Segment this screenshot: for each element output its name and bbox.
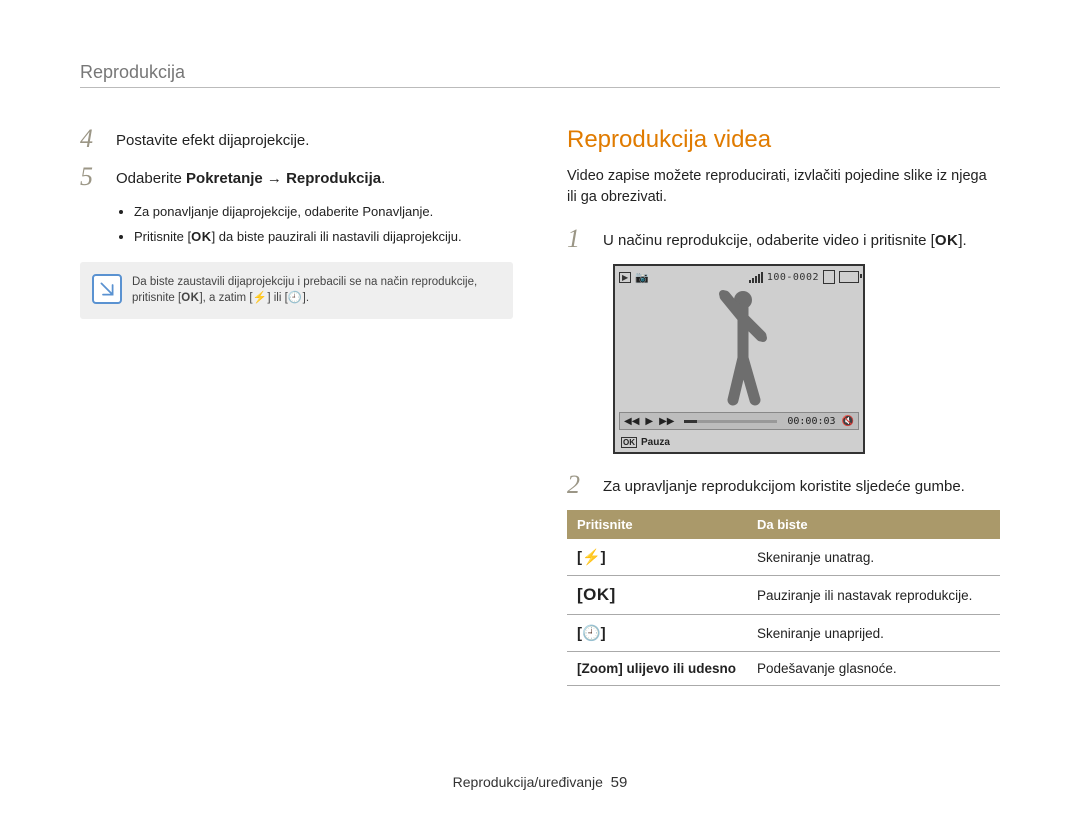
battery-icon	[839, 271, 859, 283]
step-2-text: Za upravljanje reprodukcijom koristite s…	[603, 472, 965, 498]
step-1: 1 U načinu reprodukcije, odaberite video…	[567, 226, 1000, 252]
ffwd-icon: ▶▶	[659, 416, 674, 427]
step5-sublist: Za ponavljanje dijaprojekcije, odaberite…	[116, 202, 513, 248]
step5-prefix: Odaberite	[116, 170, 186, 187]
section-title: Reprodukcija	[80, 62, 185, 82]
step-number-2: 2	[567, 472, 603, 498]
key-flash: [⚡]	[567, 539, 747, 576]
step-4: 4 Postavite efekt dijaprojekcije.	[80, 126, 513, 152]
action-volume: Podešavanje glasnoće.	[747, 652, 1000, 686]
key-zoom: [Zoom] ulijevo ili udesno	[567, 652, 747, 686]
ok-label: OK	[621, 437, 637, 448]
table-header-row: Pritisnite Da biste	[567, 510, 1000, 539]
camera-top-bar: ▶ 📷 100-0002	[619, 270, 859, 284]
table-row: [⚡] Skeniranje unatrag.	[567, 539, 1000, 576]
controls-table: Pritisnite Da biste [⚡] Skeniranje unatr…	[567, 510, 1000, 686]
note-text: Da biste zaustavili dijaprojekciju i pre…	[132, 274, 501, 307]
action-scan-fwd: Skeniranje unaprijed.	[747, 615, 1000, 652]
step-1-text: U načinu reprodukcije, odaberite video i…	[603, 226, 967, 252]
sub1-bold: Ponavljanje	[362, 204, 429, 219]
step-5: 5 Odaberite Pokretanje → Reprodukcija.	[80, 164, 513, 190]
key-ok: [OK]	[567, 576, 747, 615]
sd-card-icon	[823, 270, 835, 284]
footer-path: Reprodukcija/uređivanje	[453, 774, 603, 790]
ok-key-icon: OK	[181, 290, 199, 307]
camera-screen-illustration: ▶ 📷 100-0002	[613, 264, 865, 454]
note-icon	[92, 274, 122, 304]
section-header: Reprodukcija	[80, 62, 1000, 88]
left-column: 4 Postavite efekt dijaprojekcije. 5 Odab…	[80, 126, 513, 686]
step-2: 2 Za upravljanje reprodukcijom koristite…	[567, 472, 1000, 498]
step1-pre: U načinu reprodukcije, odaberite video i…	[603, 232, 935, 249]
col-header-action: Da biste	[747, 510, 1000, 539]
sub-item-repeat: Za ponavljanje dijaprojekcije, odaberite…	[134, 202, 513, 223]
progress-bar	[684, 420, 777, 423]
rewind-icon: ◀◀	[624, 416, 639, 427]
table-row: [Zoom] ulijevo ili udesno Podešavanje gl…	[567, 652, 1000, 686]
camera-bottom-hint: OK Pauza	[621, 437, 670, 448]
key-timer: [🕘]	[567, 615, 747, 652]
sub2-suf: ] da biste pauzirali ili nastavili dijap…	[212, 229, 462, 244]
sub1-pre: Za ponavljanje dijaprojekcije, odaberite	[134, 204, 362, 219]
sub1-suf: .	[430, 204, 434, 219]
play-icon: ▶	[645, 416, 653, 427]
playback-bar: ◀◀ ▶ ▶▶ 00:00:03 🔇	[619, 412, 859, 430]
step-number-1: 1	[567, 226, 603, 252]
ok-key-icon: OK	[191, 227, 212, 248]
note-end: ].	[303, 292, 309, 304]
play-time: 00:00:03	[787, 416, 835, 427]
sub-item-pause: Pritisnite [OK] da biste pauzirali ili n…	[134, 227, 513, 248]
flash-key-icon: ⚡	[253, 290, 268, 307]
play-mode-icon: ▶	[619, 272, 631, 283]
step5-bold: Pokretanje → Reprodukcija	[186, 170, 381, 187]
page-footer: Reprodukcija/uređivanje 59	[0, 774, 1080, 791]
action-scan-back: Skeniranje unatrag.	[747, 539, 1000, 576]
step5-suffix: .	[381, 170, 385, 187]
action-pause-resume: Pauziranje ili nastavak reprodukcije.	[747, 576, 1000, 615]
mute-icon: 🔇	[842, 416, 854, 427]
step-number-4: 4	[80, 126, 116, 152]
subsection-title: Reprodukcija videa	[567, 126, 1000, 154]
note-mid2: ] ili [	[267, 292, 287, 304]
step-5-text: Odaberite Pokretanje → Reprodukcija.	[116, 164, 385, 190]
subsection-desc: Video zapise možete reproducirati, izvla…	[567, 166, 1000, 208]
folder-file-counter: 100-0002	[767, 272, 819, 283]
sub2-pre: Pritisnite [	[134, 229, 191, 244]
note-box: Da biste zaustavili dijaprojekciju i pre…	[80, 262, 513, 319]
ok-key-icon: OK	[935, 230, 959, 252]
person-silhouette	[713, 288, 773, 406]
signal-bars-icon	[749, 272, 763, 283]
step1-suf: ].	[958, 232, 966, 249]
step-number-5: 5	[80, 164, 116, 190]
table-row: [OK] Pauziranje ili nastavak reprodukcij…	[567, 576, 1000, 615]
camera-icon: 📷	[635, 271, 649, 284]
note-mid: ], a zatim [	[199, 292, 252, 304]
timer-key-icon: 🕘	[288, 290, 303, 307]
step-4-text: Postavite efekt dijaprojekcije.	[116, 126, 309, 152]
right-column: Reprodukcija videa Video zapise možete r…	[567, 126, 1000, 686]
page-number: 59	[611, 774, 628, 791]
pause-label: Pauza	[641, 437, 670, 448]
col-header-press: Pritisnite	[567, 510, 747, 539]
table-row: [🕘] Skeniranje unaprijed.	[567, 615, 1000, 652]
